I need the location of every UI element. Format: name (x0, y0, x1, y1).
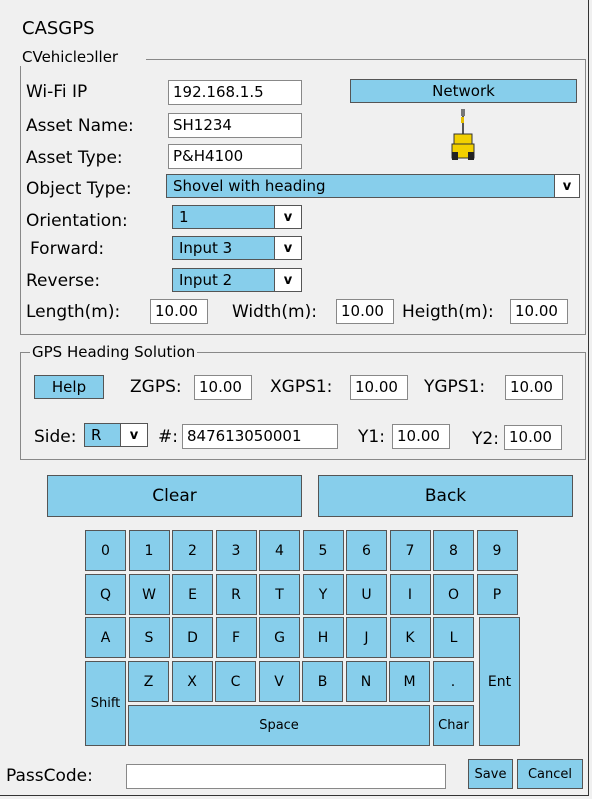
orientation-value: 1 (179, 208, 189, 226)
network-button[interactable]: Network (350, 79, 577, 103)
forward-label: Forward: (30, 239, 105, 259)
key-z[interactable]: Z (128, 661, 169, 702)
space-key[interactable]: Space (128, 705, 430, 746)
key-3[interactable]: 3 (215, 530, 257, 571)
key-8[interactable]: 8 (433, 530, 474, 571)
passcode-label: PassCode: (6, 766, 93, 786)
cancel-button[interactable]: Cancel (517, 759, 583, 789)
shovel-truck-icon (451, 109, 475, 160)
key-m[interactable]: M (389, 661, 430, 702)
key-n[interactable]: N (345, 661, 387, 702)
key-5[interactable]: 5 (302, 530, 344, 571)
y2-field[interactable]: 10.00 (504, 425, 562, 450)
vehicle-group-legend: CVehicleɔller (20, 48, 146, 66)
key-w[interactable]: W (128, 574, 170, 615)
ygps1-field[interactable]: 10.00 (505, 375, 563, 400)
key-s[interactable]: S (128, 617, 170, 658)
char-key[interactable]: Char (433, 705, 474, 746)
app-title: CASGPS (22, 18, 95, 39)
asset-name-label: Asset Name: (26, 116, 134, 136)
zgps-field[interactable]: 10.00 (194, 375, 252, 400)
key-h[interactable]: H (302, 617, 344, 658)
chevron-down-icon[interactable]: v (120, 424, 147, 446)
key-d[interactable]: D (172, 617, 213, 658)
y2-label: Y2: (472, 429, 499, 449)
xgps1-field[interactable]: 10.00 (350, 375, 408, 400)
key-b[interactable]: B (302, 661, 343, 702)
height-label: Heigth(m): (402, 302, 494, 322)
serial-number-field[interactable]: 847613050001 (182, 424, 338, 449)
chevron-down-icon[interactable]: v (554, 175, 579, 197)
xgps1-label: XGPS1: (270, 377, 333, 397)
y1-field[interactable]: 10.00 (392, 424, 450, 449)
forward-value: Input 3 (179, 239, 233, 257)
height-field[interactable]: 10.00 (510, 299, 568, 324)
orientation-select[interactable]: 1 v (172, 205, 302, 229)
key-6[interactable]: 6 (346, 530, 387, 571)
back-button[interactable]: Back (318, 475, 573, 517)
key-j[interactable]: J (346, 617, 387, 658)
wifi-ip-field[interactable]: 192.168.1.5 (168, 80, 302, 105)
help-button[interactable]: Help (34, 375, 104, 399)
object-type-select[interactable]: Shovel with heading v (166, 174, 580, 198)
passcode-input[interactable] (126, 764, 446, 789)
key-9[interactable]: 9 (476, 530, 518, 571)
key-q[interactable]: Q (85, 574, 126, 615)
key-u[interactable]: U (346, 574, 387, 615)
asset-type-label: Asset Type: (26, 148, 123, 168)
key-y[interactable]: Y (302, 574, 344, 615)
key-r[interactable]: R (215, 574, 257, 615)
reverse-value: Input 2 (179, 271, 233, 289)
chevron-down-icon[interactable]: v (274, 237, 301, 259)
clear-button[interactable]: Clear (47, 475, 302, 517)
forward-select[interactable]: Input 3 v (172, 236, 302, 260)
key-1[interactable]: 1 (128, 530, 170, 571)
side-select[interactable]: R v (84, 423, 148, 447)
key-period[interactable]: . (432, 661, 474, 702)
key-a[interactable]: A (85, 617, 126, 658)
chevron-down-icon[interactable]: v (274, 206, 301, 228)
enter-key[interactable]: Ent (479, 617, 520, 746)
key-p[interactable]: P (476, 574, 518, 615)
reverse-label: Reverse: (26, 271, 101, 291)
key-x[interactable]: X (171, 661, 213, 702)
chevron-down-icon[interactable]: v (274, 269, 301, 291)
key-c[interactable]: C (215, 661, 256, 702)
gps-heading-legend: GPS Heading Solution (30, 343, 198, 361)
save-button[interactable]: Save (468, 759, 513, 789)
key-e[interactable]: E (172, 574, 213, 615)
ygps1-label: YGPS1: (424, 377, 486, 397)
length-field[interactable]: 10.00 (150, 299, 208, 324)
asset-name-field[interactable]: SH1234 (168, 113, 302, 138)
y1-label: Y1: (358, 427, 385, 447)
width-field[interactable]: 10.00 (336, 299, 394, 324)
key-f[interactable]: F (215, 617, 257, 658)
asset-type-field[interactable]: P&H4100 (168, 144, 302, 169)
key-7[interactable]: 7 (389, 530, 431, 571)
key-t[interactable]: T (259, 574, 300, 615)
length-label: Length(m): (26, 302, 121, 322)
orientation-label: Orientation: (26, 211, 128, 231)
shift-key[interactable]: Shift (85, 661, 126, 746)
key-i[interactable]: I (389, 574, 431, 615)
key-g[interactable]: G (259, 617, 300, 658)
wifi-label: Wi-Fi IP (26, 82, 88, 102)
width-label: Width(m): (232, 302, 317, 322)
object-type-label: Object Type: (26, 179, 132, 199)
key-v[interactable]: V (258, 661, 300, 702)
side-value: R (91, 426, 102, 444)
key-0[interactable]: 0 (85, 530, 126, 571)
key-2[interactable]: 2 (172, 530, 213, 571)
key-o[interactable]: O (433, 574, 474, 615)
key-4[interactable]: 4 (259, 530, 300, 571)
side-label: Side: (34, 427, 77, 447)
object-type-value: Shovel with heading (173, 177, 326, 195)
serial-label: #: (158, 427, 178, 447)
key-k[interactable]: K (389, 617, 431, 658)
zgps-label: ZGPS: (130, 377, 182, 397)
key-l[interactable]: L (433, 617, 474, 658)
reverse-select[interactable]: Input 2 v (172, 268, 302, 292)
